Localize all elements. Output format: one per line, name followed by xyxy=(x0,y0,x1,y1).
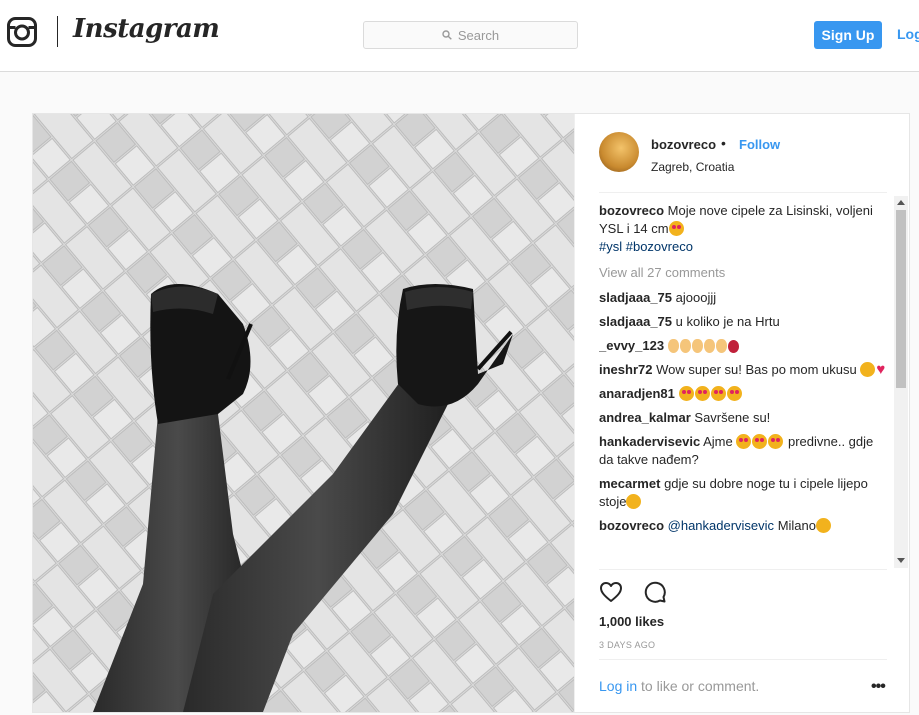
caption-username[interactable]: bozovreco xyxy=(599,203,664,218)
comment-username[interactable]: hankadervisevic xyxy=(599,434,700,449)
comment-username[interactable]: sladjaaa_75 xyxy=(599,314,672,329)
ok-hand-emoji-icon xyxy=(667,339,679,353)
view-all-comments-link[interactable]: View all 27 comments xyxy=(599,264,887,282)
actions-divider xyxy=(599,569,887,570)
post-photo[interactable] xyxy=(33,114,574,712)
post-card: bozovreco • Follow Zagreb, Croatia bozov… xyxy=(32,113,910,713)
sign-up-button[interactable]: Sign Up xyxy=(814,21,882,49)
comment-username[interactable]: anaradjen81 xyxy=(599,386,675,401)
follow-button[interactable]: Follow xyxy=(739,137,780,152)
comment-text: ajooojjj xyxy=(675,290,717,305)
comment-username[interactable]: _evvy_123 xyxy=(599,338,664,353)
footer-divider xyxy=(599,659,887,660)
post-author-username[interactable]: bozovreco xyxy=(651,137,716,152)
comments-list[interactable]: bozovreco Moje nove cipele za Lisinski, … xyxy=(599,202,887,568)
log-in-link[interactable]: Log in xyxy=(599,678,637,694)
comment-username[interactable]: ineshr72 xyxy=(599,362,652,377)
heart-eyes-emoji-icon xyxy=(768,434,784,449)
ok-hand-emoji-icon xyxy=(715,339,727,353)
login-prompt-text: to like or comment. xyxy=(637,678,760,694)
header-divider xyxy=(599,192,887,193)
heart-eyes-emoji-icon xyxy=(726,386,742,401)
red-heart-emoji-icon: ♥ xyxy=(876,361,886,378)
heart-eyes-emoji-icon xyxy=(752,434,768,449)
comment-username[interactable]: andrea_kalmar xyxy=(599,410,691,425)
comments-scrollbar[interactable] xyxy=(894,196,908,568)
heart-eyes-emoji-icon xyxy=(678,386,694,401)
comment-item: andrea_kalmar Savršene su! xyxy=(599,409,887,427)
instagram-wordmark[interactable]: Instagram xyxy=(73,14,220,44)
comment-text: Ajme xyxy=(703,434,733,449)
comment-item: sladjaaa_75 u koliko je na Hrtu xyxy=(599,313,887,331)
comment-text: u koliko je na Hrtu xyxy=(675,314,780,329)
comment-text: Milano xyxy=(777,518,816,533)
post-caption: bozovreco Moje nove cipele za Lisinski, … xyxy=(599,202,887,256)
post-header: bozovreco • Follow Zagreb, Croatia xyxy=(599,132,887,192)
search-placeholder: Search xyxy=(457,27,500,43)
logo-divider xyxy=(57,16,58,47)
comment-text: Savršene su! xyxy=(694,410,771,425)
comment-item: hankadervisevic Ajme predivne.. gdje da … xyxy=(599,433,887,469)
comment-text: Wow super su! Bas po mom ukusu xyxy=(656,362,857,377)
search-icon xyxy=(442,30,452,40)
top-navigation-bar: Instagram Search Sign Up Log In xyxy=(0,0,919,72)
comment-item: sladjaaa_75 ajooojjj xyxy=(599,289,887,307)
comment-username[interactable]: sladjaaa_75 xyxy=(599,290,672,305)
login-to-comment: Log in to like or comment. xyxy=(599,678,759,694)
heart-eyes-emoji-icon xyxy=(710,386,726,401)
comment-icon[interactable] xyxy=(643,580,667,604)
more-options-icon[interactable]: ••• xyxy=(871,678,886,696)
ok-hand-emoji-icon xyxy=(691,339,703,353)
heart-eyes-emoji-icon xyxy=(668,221,684,236)
comment-username[interactable]: mecarmet xyxy=(599,476,660,491)
comment-item: ineshr72 Wow super su! Bas po mom ukusu … xyxy=(599,361,887,379)
post-sidebar: bozovreco • Follow Zagreb, Croatia bozov… xyxy=(574,114,910,712)
search-input[interactable]: Search xyxy=(363,21,578,49)
ok-hand-emoji-icon xyxy=(679,339,691,353)
kiss-face-emoji-icon xyxy=(815,518,831,533)
comment-username[interactable]: bozovreco xyxy=(599,518,664,533)
post-timestamp: 3 DAYS AGO xyxy=(599,640,656,650)
scrollbar-thumb[interactable] xyxy=(896,210,906,388)
separator-dot: • xyxy=(721,135,726,151)
tired-face-emoji-icon xyxy=(626,494,642,509)
hugging-face-emoji-icon xyxy=(860,362,876,377)
post-actions xyxy=(599,580,683,606)
ok-hand-emoji-icon xyxy=(703,339,715,353)
rose-emoji-icon xyxy=(727,340,739,353)
likes-count[interactable]: 1,000 likes xyxy=(599,614,664,629)
comment-item: mecarmet gdje su dobre noge tu i cipele … xyxy=(599,475,887,511)
scroll-down-arrow-icon[interactable] xyxy=(897,558,905,563)
log-in-link[interactable]: Log In xyxy=(897,26,919,42)
caption-hashtags[interactable]: #ysl #bozovreco xyxy=(599,239,693,254)
avatar[interactable] xyxy=(599,132,639,172)
post-location[interactable]: Zagreb, Croatia xyxy=(651,160,734,174)
comment-item: _evvy_123 xyxy=(599,337,887,355)
scroll-up-arrow-icon[interactable] xyxy=(897,200,905,205)
heart-eyes-emoji-icon xyxy=(694,386,710,401)
instagram-glyph-icon[interactable] xyxy=(7,17,37,47)
comment-item: bozovreco @hankadervisevic Milano xyxy=(599,517,887,535)
comment-mention[interactable]: @hankadervisevic xyxy=(668,518,774,533)
comment-item: anaradjen81 xyxy=(599,385,887,403)
photo-illustration xyxy=(33,114,574,712)
heart-eyes-emoji-icon xyxy=(736,434,752,449)
heart-icon[interactable] xyxy=(599,580,623,604)
